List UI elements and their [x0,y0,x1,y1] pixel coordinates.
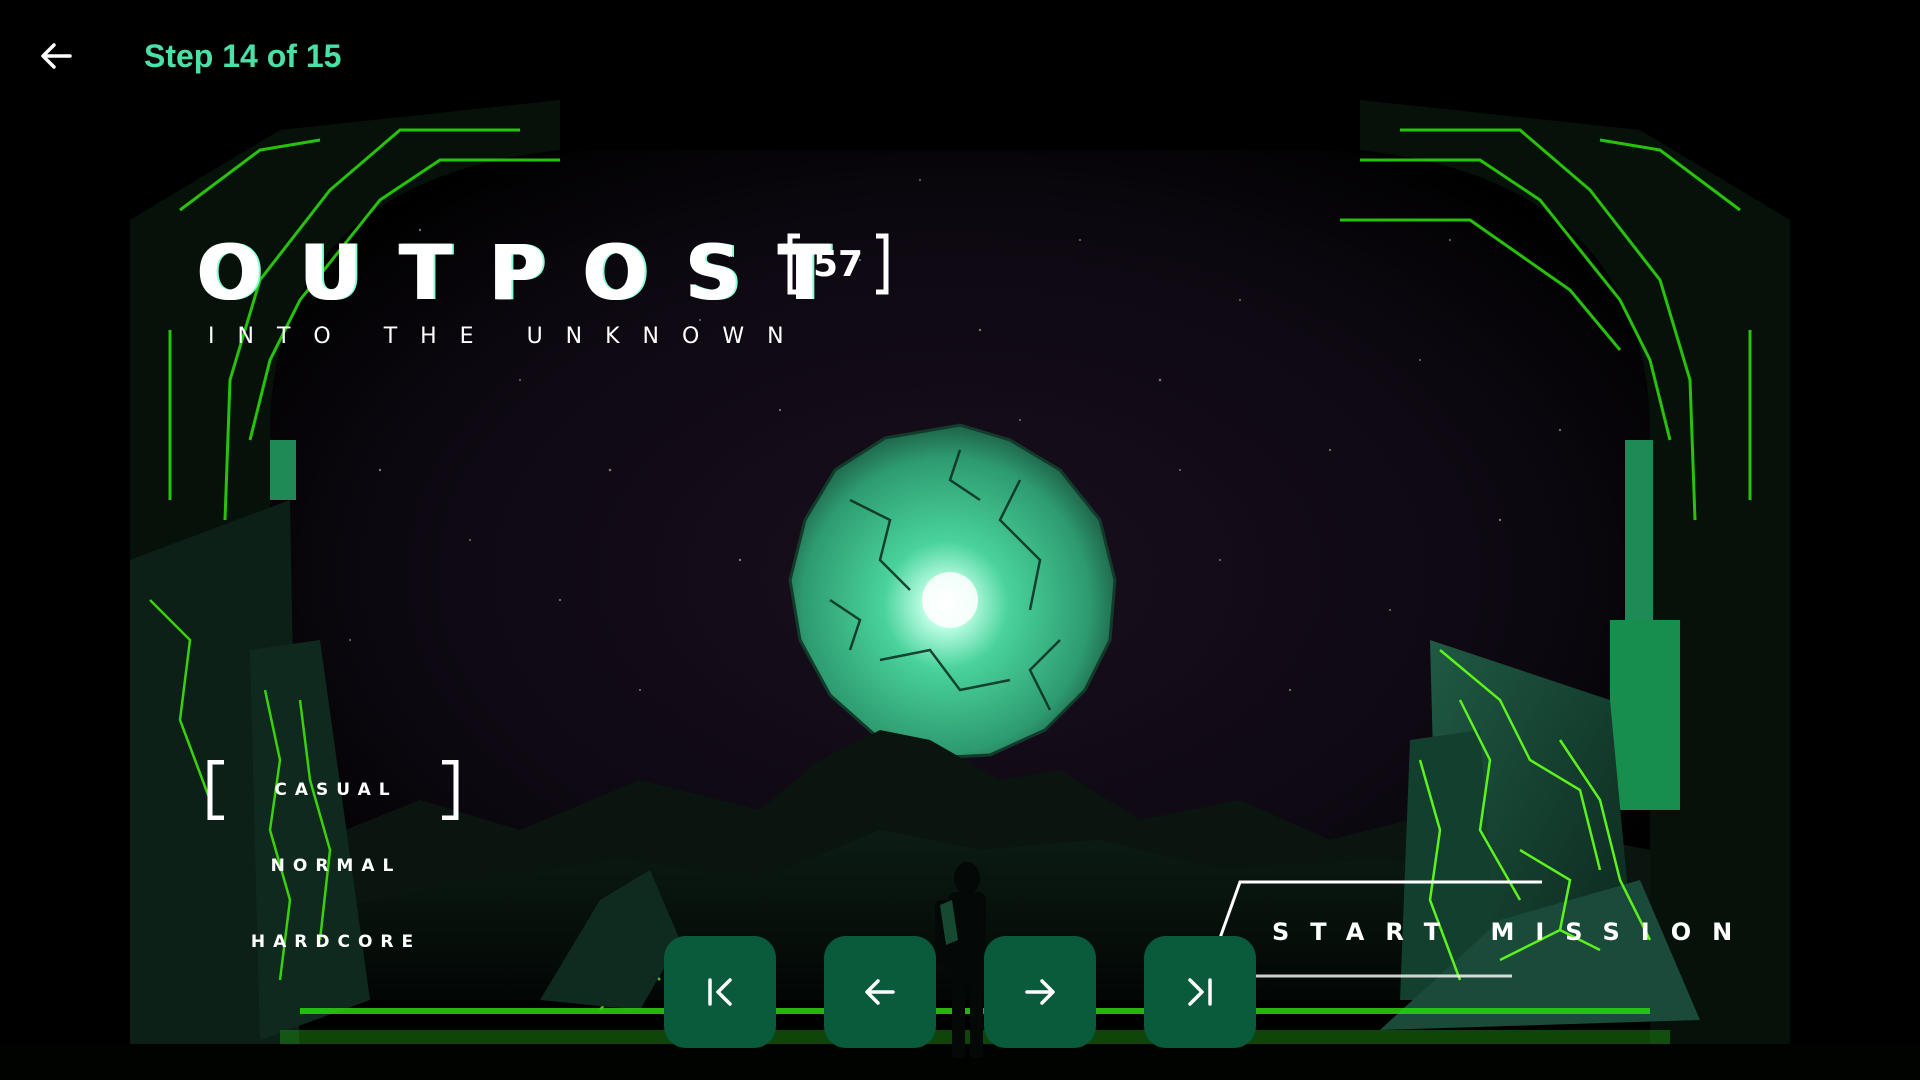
title-badge: 57 [786,232,890,296]
skip-last-icon [1188,978,1212,1006]
title-badge-number: 57 [812,243,864,285]
next-step-button[interactable] [984,936,1096,1048]
last-step-button[interactable] [1144,936,1256,1048]
back-button[interactable] [36,36,76,76]
step-indicator: Step 14 of 15 [144,38,342,74]
game-title: OUTPOST [198,228,870,317]
difficulty-normal[interactable]: NORMAL [206,856,466,876]
top-bar: Step 14 of 15 [0,0,1920,118]
skip-first-icon [708,978,732,1006]
difficulty-hardcore[interactable]: HARDCORE [206,932,466,952]
start-mission-button[interactable]: START MISSION [1212,878,1732,978]
start-mission-label: START MISSION [1272,918,1754,946]
previous-step-button[interactable] [824,936,936,1048]
arrow-left-icon [865,979,895,1005]
difficulty-casual[interactable]: CASUAL [206,780,466,800]
first-step-button[interactable] [664,936,776,1048]
game-subtitle: INTO THE UNKNOWN [208,324,807,349]
arrow-right-icon [1025,979,1055,1005]
arrow-left-icon [41,43,72,69]
